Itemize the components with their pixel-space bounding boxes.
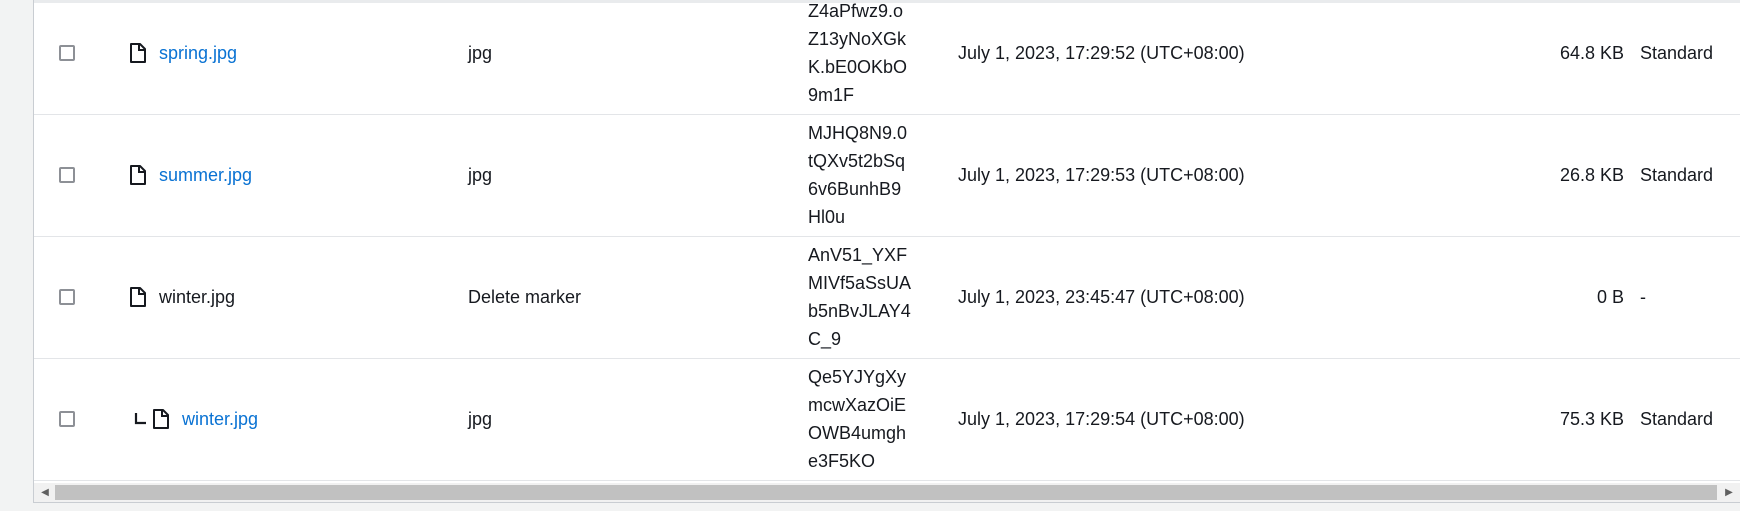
version-id-line: tQXv5t2bSq [808,151,906,171]
storage-class-cell: Standard [1640,408,1714,429]
horizontal-scrollbar[interactable]: ◀ ▶ [34,483,1740,502]
version-id-cell: Qe5YJYgXy mcwXazOiE OWB4umgh e3F5KO [808,358,920,480]
file-icon [153,409,169,429]
type-cell: jpg [468,164,493,185]
file-icon [130,43,146,63]
name-cell: summer.jpg [129,114,252,236]
scroll-left-arrow-icon[interactable]: ◀ [36,483,54,502]
size-cell: 75.3 KB [1559,408,1624,429]
version-id-line: MIVf5aSsUA [808,273,912,293]
name-cell: winter.jpg [134,358,258,480]
row-select-cell [34,236,104,358]
last-modified-cell: July 1, 2023, 17:29:52 (UTC+08:00) [958,42,1245,63]
table-row: spring.jpg jpg Z4aPfwz9.o Z13yNoXGk K.bE… [34,0,1740,115]
row-select-cell [34,358,104,480]
last-modified-cell: July 1, 2023, 17:29:54 (UTC+08:00) [958,408,1245,429]
version-id-cell: MJHQ8N9.0 tQXv5t2bSq 6v6BunhB9 Hl0u [808,114,920,236]
storage-class-cell: Standard [1640,42,1714,63]
row-checkbox[interactable] [59,289,75,305]
version-id-line: 6v6BunhB9 [808,179,902,199]
size-cell: 26.8 KB [1559,164,1624,185]
versions-table-panel: spring.jpg jpg Z4aPfwz9.o Z13yNoXGk K.bE… [33,0,1740,503]
version-id-line: mcwXazOiE [808,395,907,415]
table-row: summer.jpg jpg MJHQ8N9.0 tQXv5t2bSq 6v6B… [34,114,1740,237]
file-icon [130,287,146,307]
version-id-line: Qe5YJYgXy [808,367,907,387]
name-cell: spring.jpg [129,0,237,114]
row-checkbox[interactable] [59,45,75,61]
file-icon [130,165,146,185]
version-id-line: K.bE0OKbO [808,57,908,77]
version-id-line: Z4aPfwz9.o [808,1,904,21]
type-cell: Delete marker [468,286,582,307]
object-name-link[interactable]: summer.jpg [159,165,252,186]
version-id-line: C_9 [808,329,842,349]
version-id-line: AnV51_YXF [808,245,908,265]
version-id-line: Z13yNoXGk [808,29,907,49]
row-checkbox[interactable] [59,411,75,427]
type-cell: jpg [468,42,493,63]
last-modified-cell: July 1, 2023, 17:29:53 (UTC+08:00) [958,164,1245,185]
version-id-cell: AnV51_YXF MIVf5aSsUA b5nBvJLAY4 C_9 [808,236,920,358]
version-id-cell: Z4aPfwz9.o Z13yNoXGk K.bE0OKbO 9m1F [808,0,920,114]
version-id-line: b5nBvJLAY4 [808,301,911,321]
object-name-link[interactable]: spring.jpg [159,43,237,64]
table-row: winter.jpg jpg Qe5YJYgXy mcwXazOiE OWB4u… [34,358,1740,481]
row-checkbox[interactable] [59,167,75,183]
storage-class-cell: - [1640,286,1646,307]
row-select-cell [34,0,104,114]
scrollbar-thumb[interactable] [55,485,1717,500]
storage-class-cell: Standard [1640,164,1714,185]
version-id-line: e3F5KO [808,451,876,471]
version-id-line: 9m1F [808,85,855,105]
size-cell: 0 B [1596,286,1624,307]
scroll-right-arrow-icon[interactable]: ▶ [1720,483,1738,502]
version-id-line: Hl0u [808,207,846,227]
last-modified-cell: July 1, 2023, 23:45:47 (UTC+08:00) [958,286,1245,307]
table-row: winter.jpg Delete marker AnV51_YXF MIVf5… [34,236,1740,359]
row-select-cell [34,114,104,236]
object-name-text: winter.jpg [159,286,236,307]
name-cell: winter.jpg [129,236,235,358]
version-id-line: MJHQ8N9.0 [808,123,908,143]
type-cell: jpg [468,408,493,429]
size-cell: 64.8 KB [1559,42,1624,63]
tree-branch-icon [134,413,146,425]
object-version-name-link[interactable]: winter.jpg [182,409,258,430]
version-id-line: OWB4umgh [808,423,907,443]
